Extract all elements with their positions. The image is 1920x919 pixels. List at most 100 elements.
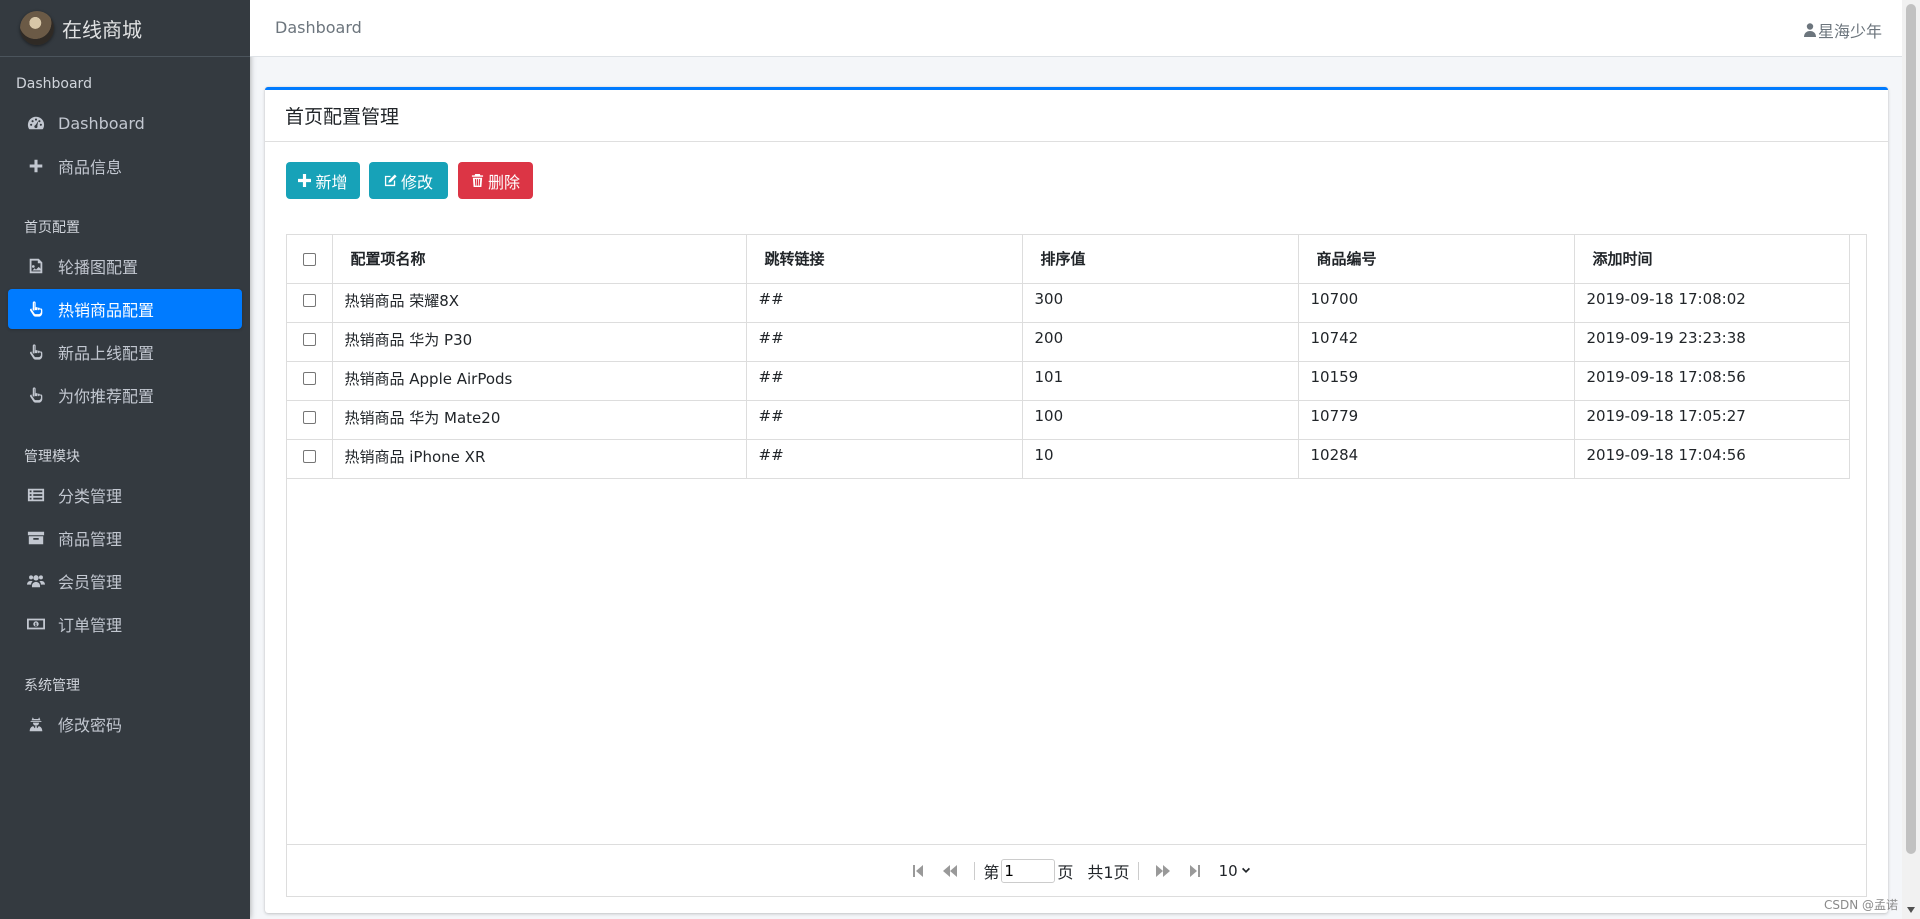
page-size-value: 10 [1218,861,1238,880]
sidebar-item-recommend-config[interactable]: 为你推荐配置 [8,375,242,415]
edit-button[interactable]: 修改 [369,162,448,199]
cell-name: 热销商品 华为 P30 [331,321,747,362]
user-secret-icon [26,714,46,734]
column-header-created[interactable]: 添加时间 [1573,235,1850,284]
trash-icon [471,174,484,187]
cell-name: 热销商品 华为 Mate20 [331,399,747,440]
cell-name: 热销商品 iPhone XR [331,438,747,479]
add-button[interactable]: 新增 [286,162,360,199]
hand-pointer-icon [26,299,46,319]
last-page-icon[interactable] [1185,861,1205,881]
row-checkbox[interactable] [302,449,316,463]
sidebar-item-label: 新品上线配置 [58,344,155,363]
hand-pointer-icon [26,385,46,405]
cell-sort: 10 [1021,438,1299,479]
cell-created: 2019-09-18 17:08:56 [1573,360,1850,401]
nav-header-system: 系统管理 [24,678,80,694]
user-menu[interactable]: 星海少年 [1803,18,1882,42]
sidebar-item-member-manage[interactable]: 会员管理 [8,561,242,601]
tachometer-icon [26,113,46,133]
nav-header-management: 管理模块 [24,449,80,465]
cell-goods-id: 10284 [1297,438,1575,479]
column-header-name[interactable]: 配置项名称 [331,235,747,284]
row-select-cell [287,321,333,362]
chevron-down-icon [1241,867,1250,873]
user-icon [1803,23,1816,37]
cell-created: 2019-09-18 17:08:02 [1573,282,1850,323]
total-pages-label: 共1页 [1087,862,1130,882]
username: 星海少年 [1817,22,1882,41]
page-title: 首页配置管理 [285,106,400,128]
sidebar-item-label: 订单管理 [58,616,123,635]
scroll-down-icon[interactable] [1907,907,1915,913]
cell-goods-id: 10700 [1297,282,1575,323]
sidebar-item-carousel-config[interactable]: 轮播图配置 [8,246,242,286]
column-header-sort[interactable]: 排序值 [1021,235,1299,284]
cell-created: 2019-09-19 23:23:38 [1573,321,1850,362]
cell-sort: 101 [1021,360,1299,401]
data-grid: 配置项名称 跳转链接 排序值 商品编号 添加时间 热销商品 荣耀8X ## 30… [286,234,1867,897]
delete-button-label: 删除 [487,174,520,192]
breadcrumb[interactable]: Dashboard [275,18,362,37]
sidebar-item-label: 商品信息 [58,158,123,177]
sidebar-item-label: 热销商品配置 [58,301,155,320]
row-checkbox[interactable] [302,371,316,385]
brand-logo [20,11,54,45]
edit-icon [384,174,397,187]
row-select-cell [287,399,333,440]
brand[interactable]: 在线商城 [0,0,250,57]
sidebar-item-order-manage[interactable]: 订单管理 [8,604,242,644]
page-size-select[interactable]: 10 [1219,862,1251,880]
cell-goods-id: 10779 [1297,399,1575,440]
page-scrollbar[interactable] [1902,0,1920,919]
first-page-icon[interactable] [908,861,928,881]
add-button-label: 新增 [315,174,348,192]
cell-link: ## [745,282,1023,323]
image-icon [26,256,46,276]
scrollbar-thumb[interactable] [1906,4,1916,854]
page-number-input[interactable] [1001,858,1056,883]
sidebar-item-goods-manage[interactable]: 商品管理 [8,518,242,558]
cell-link: ## [745,438,1023,479]
sidebar-item-product-info[interactable]: 商品信息 [8,146,242,186]
delete-button[interactable]: 删除 [458,162,533,199]
column-header-goods-id[interactable]: 商品编号 [1297,235,1575,284]
cell-name: 热销商品 Apple AirPods [331,360,747,401]
sidebar-item-change-password[interactable]: 修改密码 [8,704,242,744]
sidebar-item-label: Dashboard [58,113,145,133]
page-prefix-label: 第 [983,862,1000,882]
table-row[interactable]: 热销商品 华为 Mate20 ## 100 10779 2019-09-18 1… [287,399,1850,440]
sidebar-item-new-goods-config[interactable]: 新品上线配置 [8,332,242,372]
plus-icon [298,174,312,187]
next-page-icon[interactable] [1153,861,1173,881]
select-all-checkbox[interactable] [302,252,316,266]
column-header-link[interactable]: 跳转链接 [745,235,1023,284]
table-header-row: 配置项名称 跳转链接 排序值 商品编号 添加时间 [287,235,1850,284]
brand-name: 在线商城 [62,17,142,42]
prev-page-icon[interactable] [940,861,960,881]
sidebar-item-category-manage[interactable]: 分类管理 [8,475,242,515]
cell-goods-id: 10159 [1297,360,1575,401]
pager-divider [1137,861,1139,880]
cell-link: ## [745,321,1023,362]
pager-divider [974,861,976,880]
top-navbar: Dashboard 星海少年 [250,0,1902,57]
sidebar-item-hot-goods-config[interactable]: 热销商品配置 [8,289,242,329]
sidebar: 在线商城 Dashboard Dashboard 商品信息 首页配置 轮播图配置… [0,0,250,919]
sidebar-item-label: 分类管理 [58,487,123,506]
row-select-cell [287,282,333,323]
cell-created: 2019-09-18 17:04:56 [1573,438,1850,479]
row-checkbox[interactable] [302,410,316,424]
config-table: 配置项名称 跳转链接 排序值 商品编号 添加时间 热销商品 荣耀8X ## 30… [287,235,1850,479]
row-checkbox[interactable] [302,332,316,346]
sidebar-item-dashboard[interactable]: Dashboard [8,103,242,143]
cell-sort: 200 [1021,321,1299,362]
config-card: 首页配置管理 新增 修改 删除 配置项名称 跳转链接 排序值 商品编号 添加时间 [265,87,1888,913]
table-row[interactable]: 热销商品 iPhone XR ## 10 10284 2019-09-18 17… [287,438,1850,479]
select-all-cell [287,235,333,284]
hand-pointer-icon [26,342,46,362]
table-row[interactable]: 热销商品 华为 P30 ## 200 10742 2019-09-19 23:2… [287,321,1850,362]
row-checkbox[interactable] [302,293,316,307]
table-row[interactable]: 热销商品 荣耀8X ## 300 10700 2019-09-18 17:08:… [287,282,1850,323]
table-row[interactable]: 热销商品 Apple AirPods ## 101 10159 2019-09-… [287,360,1850,401]
